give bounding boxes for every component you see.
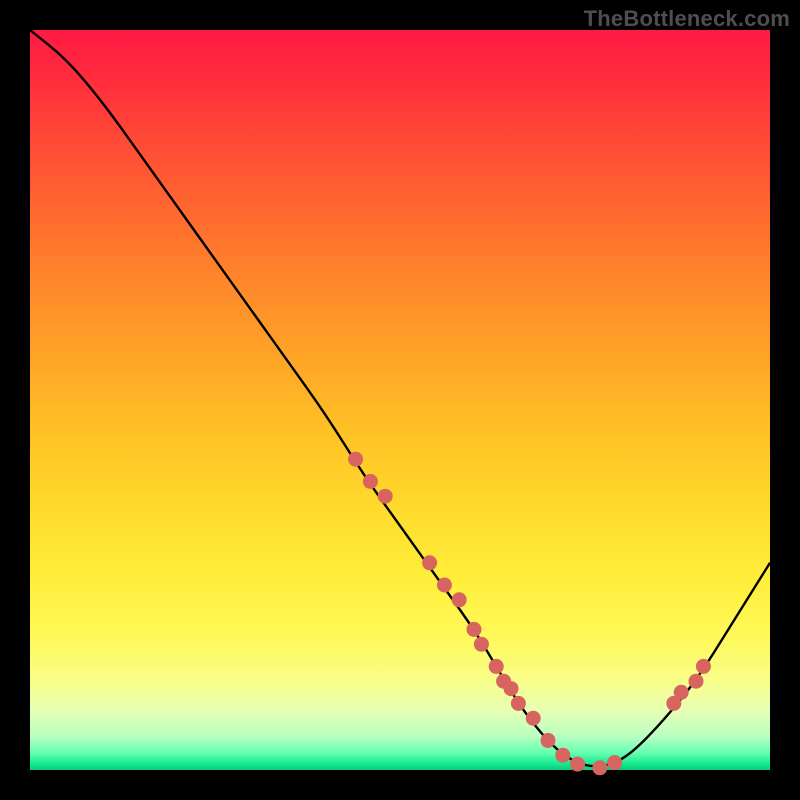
data-point (489, 659, 504, 674)
data-point (555, 748, 570, 763)
data-point (348, 452, 363, 467)
data-point (437, 578, 452, 593)
data-point (504, 681, 519, 696)
data-point (541, 733, 556, 748)
data-point (452, 592, 467, 607)
data-point (511, 696, 526, 711)
data-point (474, 637, 489, 652)
data-point (689, 674, 704, 689)
data-point (674, 685, 689, 700)
data-point (467, 622, 482, 637)
data-point (526, 711, 541, 726)
data-point (570, 757, 585, 772)
chart-container: TheBottleneck.com (0, 0, 800, 800)
data-point (422, 555, 437, 570)
bottleneck-chart (0, 0, 800, 800)
data-point (607, 755, 622, 770)
data-point (696, 659, 711, 674)
data-point (592, 760, 607, 775)
data-point (378, 489, 393, 504)
watermark-text: TheBottleneck.com (584, 6, 790, 32)
gradient-background (30, 30, 770, 770)
data-point (363, 474, 378, 489)
